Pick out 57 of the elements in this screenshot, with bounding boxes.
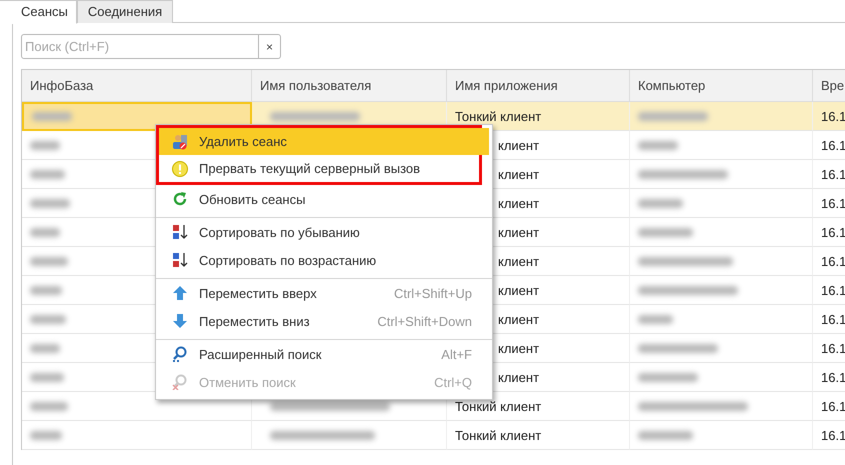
blurred-text	[30, 256, 68, 266]
menu-item[interactable]: Прервать текущий серверный вызов	[159, 155, 489, 182]
search-field[interactable]: Поиск (Ctrl+F)	[21, 34, 259, 59]
warning-icon	[172, 160, 188, 176]
menu-item[interactable]: Переместить вверх Ctrl+Shift+Up	[156, 278, 492, 307]
blurred-text	[638, 314, 673, 324]
tab[interactable]: Соединения	[76, 0, 174, 23]
table-cell: клиент	[498, 312, 540, 326]
table-cell: Тонкий клиент	[455, 398, 542, 414]
table-cell: Тонкий клиент	[455, 108, 542, 124]
blurred-text	[30, 198, 70, 208]
column-header[interactable]: Вре	[813, 70, 845, 101]
blurred-text	[30, 286, 62, 294]
refresh-icon	[172, 191, 188, 207]
menu-item[interactable]: Расширенный поиск Alt+F	[156, 339, 492, 368]
blurred-text	[30, 228, 60, 236]
blurred-text	[638, 112, 708, 120]
blurred-text	[30, 140, 60, 150]
blurred-text	[30, 372, 64, 382]
sort-icon	[172, 224, 188, 240]
menu-item[interactable]: Удалить сеанс	[159, 128, 489, 155]
blurred-text	[638, 228, 693, 236]
blurred-text	[30, 430, 62, 440]
blurred-text	[30, 170, 65, 178]
table-cell: клиент	[498, 340, 540, 356]
user-delete-icon	[172, 134, 188, 150]
blurred-text	[30, 402, 68, 410]
search-icon	[172, 346, 188, 362]
sort-icon	[172, 252, 188, 268]
table-cell: клиент	[498, 282, 540, 298]
table-cell: клиент	[498, 138, 540, 152]
blurred-text	[638, 140, 678, 150]
table-cell: клиент	[498, 196, 540, 210]
column-header[interactable]: Имя приложения	[447, 70, 630, 101]
blurred-text	[32, 112, 72, 121]
menu-item[interactable]: Сортировать по убыванию	[156, 217, 492, 246]
column-header[interactable]: Компьютер	[630, 70, 813, 101]
blurred-text	[638, 430, 693, 440]
table-cell: клиент	[498, 166, 540, 182]
column-header[interactable]: ИнфоБаза	[22, 70, 252, 101]
search-cancel-icon	[172, 374, 188, 390]
blurred-text	[30, 314, 66, 324]
tab[interactable]: Сеансы	[0, 0, 77, 24]
menu-item[interactable]: Переместить вниз Ctrl+Shift+Down	[156, 307, 492, 335]
clear-button[interactable]: ×	[259, 34, 281, 59]
table-cell: клиент	[498, 254, 540, 268]
menu-item[interactable]: Обновить сеансы	[156, 185, 492, 213]
column-header[interactable]: Имя пользователя	[252, 70, 447, 101]
blurred-text	[30, 344, 60, 352]
arrow-down-icon	[172, 313, 188, 329]
menu-item[interactable]: Сортировать по возрастанию	[156, 246, 492, 274]
blurred-text	[638, 198, 683, 208]
table-cell: Тонкий клиент	[455, 428, 542, 442]
table-cell: клиент	[498, 370, 540, 384]
blurred-text	[638, 372, 698, 382]
table-cell: клиент	[498, 224, 540, 240]
arrow-up-icon	[172, 285, 188, 301]
